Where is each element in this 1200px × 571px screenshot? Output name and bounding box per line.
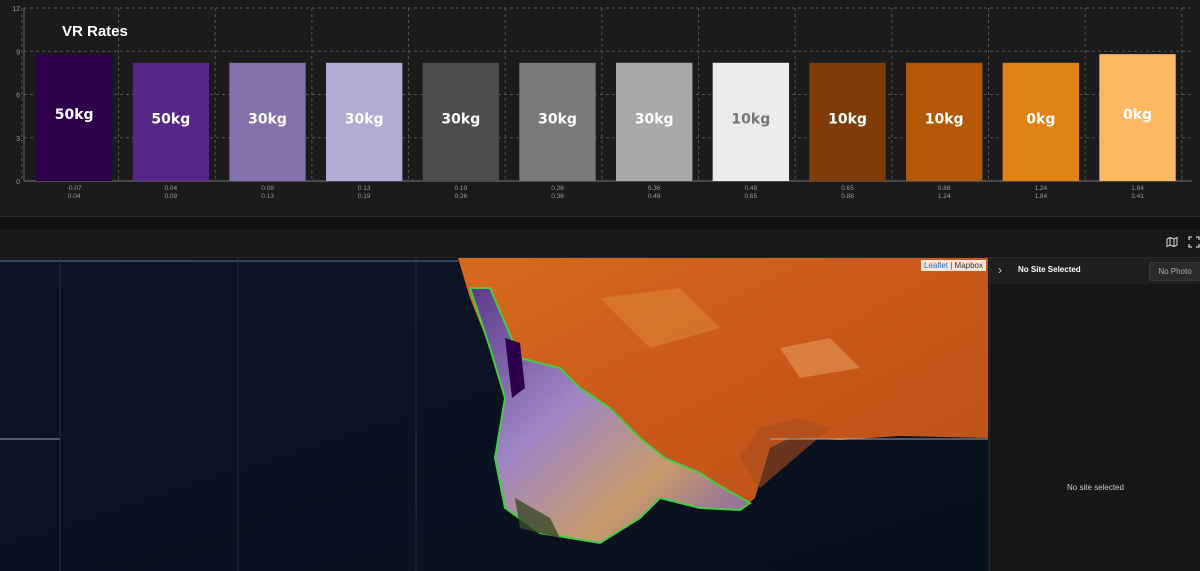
y-tick-label: 0 (16, 179, 20, 186)
bar-value-label: 30kg (635, 112, 674, 128)
bar-value-label: 30kg (538, 112, 577, 128)
x-tick-label-upper: 0.19 (455, 185, 468, 192)
x-tick-label-upper: 0.49 (745, 185, 758, 192)
bar-value-label: 10kg (925, 112, 964, 128)
bar-value-label: 30kg (441, 112, 480, 128)
leaflet-link[interactable]: Leaflet (924, 261, 948, 270)
x-tick-label-lower: 0.36 (551, 193, 564, 200)
x-tick-label-upper: 1.84 (1131, 185, 1144, 192)
map-toolbar (0, 229, 1200, 258)
map-icon[interactable] (1166, 235, 1180, 249)
x-tick-label-lower: 1.24 (938, 193, 951, 200)
x-tick-label-upper: 0.09 (261, 185, 274, 192)
x-tick-label-lower: 1.84 (1035, 193, 1048, 200)
no-site-selected-text: No site selected (1067, 483, 1124, 492)
site-panel: › No Site Selected No Photo No site sele… (989, 258, 1200, 571)
site-header: › No Site Selected No Photo (990, 258, 1200, 284)
x-tick-label-upper: 0.13 (358, 185, 371, 192)
fullscreen-icon[interactable] (1188, 235, 1200, 249)
x-tick-label-upper: -0.07 (67, 185, 82, 192)
site-title: No Site Selected (1018, 265, 1081, 274)
x-tick-label-upper: 0.04 (165, 185, 178, 192)
bar-value-label: 30kg (345, 112, 384, 128)
x-tick-label-lower: 0.19 (358, 193, 371, 200)
bar-value-label: 10kg (828, 112, 867, 128)
vr-rates-chart: 03691250kg-0.070.0450kg0.040.0930kg0.090… (12, 6, 1192, 200)
x-tick-label-lower: 0.04 (68, 193, 81, 200)
y-tick-label: 12 (12, 6, 20, 13)
chevron-right-icon[interactable]: › (998, 263, 1002, 277)
bar-value-label: 30kg (248, 112, 287, 128)
bar-value-label: 10kg (731, 112, 770, 128)
x-tick-label-lower: 0.65 (745, 193, 758, 200)
bar-value-label: 0kg (1123, 107, 1152, 123)
x-tick-label-upper: 0.36 (648, 185, 661, 192)
map-attribution: Leaflet | Mapbox (920, 260, 986, 271)
x-tick-label-upper: 0.26 (551, 185, 564, 192)
bar-value-label: 50kg (55, 107, 94, 123)
x-tick-label-upper: 0.88 (938, 185, 951, 192)
y-tick-label: 3 (16, 136, 20, 143)
vr-rates-chart-panel: 0 3 6 9 12 50kg -0.07 0.04 50kg 0.04 0.09 30kg 0.09 0… (0, 0, 1200, 216)
x-tick-label-upper: 0.65 (841, 185, 854, 192)
panel-separator (0, 216, 1200, 229)
y-tick-label: 6 (16, 93, 20, 100)
x-tick-label-lower: 0.09 (165, 193, 178, 200)
chart-title: VR Rates (62, 23, 128, 40)
x-tick-label-lower: 0.26 (455, 193, 468, 200)
map-imagery (0, 258, 988, 571)
mapbox-credit: Mapbox (954, 261, 983, 270)
x-tick-label-upper: 1.24 (1035, 185, 1048, 192)
satellite-map[interactable]: Leaflet | Mapbox (0, 258, 988, 571)
y-tick-label: 9 (16, 49, 20, 56)
x-tick-label-lower: 0.49 (648, 193, 661, 200)
bar-value-label: 50kg (151, 112, 190, 128)
no-photo-button[interactable]: No Photo (1149, 262, 1200, 281)
x-tick-label-lower: 0.88 (841, 193, 854, 200)
x-tick-label-lower: 0.13 (261, 193, 274, 200)
bar-value-label: 0kg (1026, 112, 1055, 128)
x-tick-label-lower: 3.41 (1131, 193, 1144, 200)
